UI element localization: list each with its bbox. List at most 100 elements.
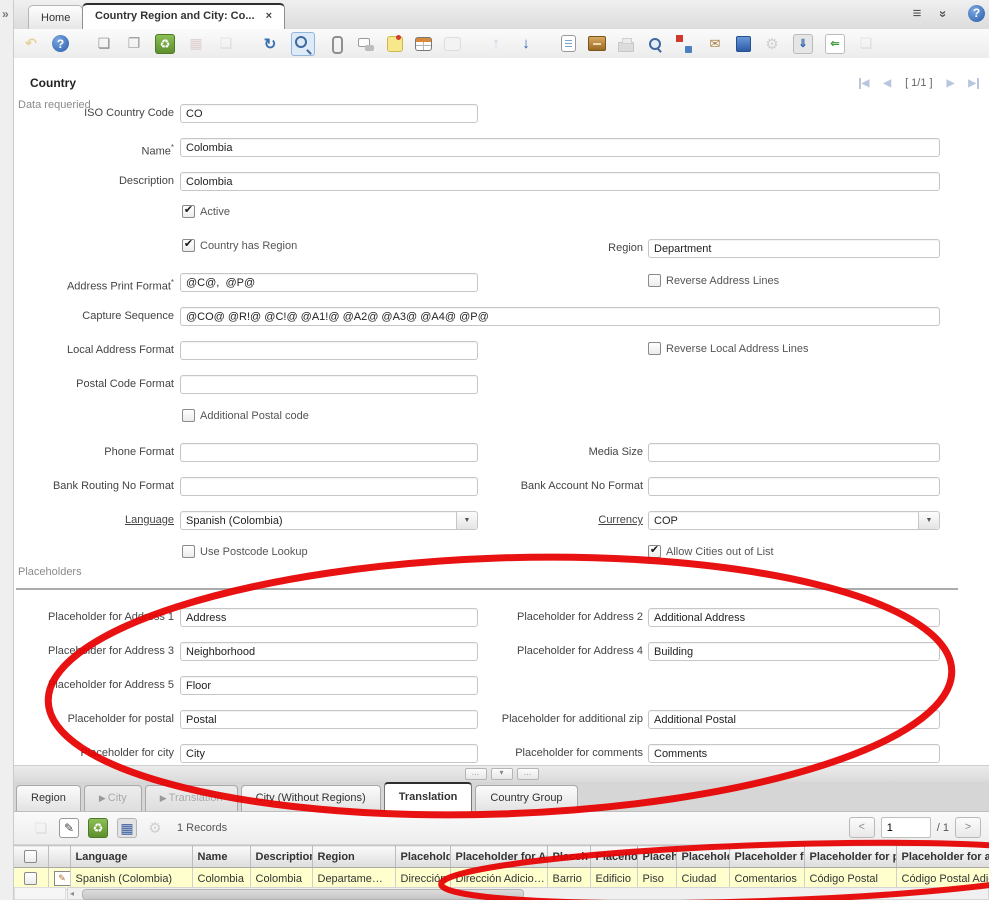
name-field[interactable]: Colombia (180, 138, 940, 157)
col-placeholder-4[interactable]: Placeho (590, 846, 637, 868)
window-menu-icon[interactable]: ≡ (907, 5, 927, 23)
parent-record-icon[interactable]: ↑ (487, 35, 505, 53)
col-placeholder-8[interactable]: Placeholder for p (804, 846, 896, 868)
detail-record-icon[interactable]: ↓ (517, 35, 535, 53)
reverse-local-address-checkbox[interactable] (648, 342, 661, 355)
currency-label[interactable]: Currency (465, 511, 643, 530)
detail-grid-icon[interactable] (444, 37, 461, 51)
chat-icon[interactable] (357, 35, 375, 53)
archive-icon[interactable] (588, 36, 606, 51)
placeholder-city-field[interactable]: City (180, 744, 478, 763)
use-postcode-lookup-checkbox[interactable] (182, 545, 195, 558)
tab-country-group[interactable]: Country Group (475, 785, 577, 811)
row-checkbox[interactable] (24, 872, 37, 885)
placeholder-address4-field[interactable]: Building (648, 642, 940, 661)
active-checkbox[interactable]: ✔ (182, 205, 195, 218)
region-field[interactable]: Department (648, 239, 940, 258)
splitter-collapse-icon[interactable]: ▾ (491, 768, 513, 780)
splitter-expand-icon[interactable]: … (465, 768, 487, 780)
help-circle-icon[interactable]: ? (968, 5, 985, 22)
customize-icon[interactable]: ❏ (857, 35, 875, 53)
new-record-icon[interactable]: ❏ (95, 35, 113, 53)
phone-format-field[interactable] (180, 443, 478, 462)
previous-record-icon[interactable]: ◀ (883, 78, 891, 89)
grid-process-icon[interactable]: ⚙ (146, 819, 164, 837)
grid-delete-icon[interactable]: ♻ (88, 818, 108, 838)
tab-home[interactable]: Home (28, 5, 83, 30)
additional-postal-code-checkbox[interactable] (182, 409, 195, 422)
bank-routing-no-format-field[interactable] (180, 477, 478, 496)
col-placeholder-6[interactable]: Placehold (676, 846, 729, 868)
last-record-icon[interactable]: ▶ (968, 78, 979, 89)
print-icon[interactable] (618, 42, 634, 52)
col-placeholder-7[interactable]: Placeholder f (729, 846, 804, 868)
tab-city[interactable]: ▶City (84, 785, 142, 811)
placeholder-additional-zip-field[interactable]: Additional Postal (648, 710, 940, 729)
horizontal-scrollbar[interactable]: ◂ (67, 887, 989, 900)
address-print-format-field[interactable]: @C@, @P@ (180, 273, 478, 292)
reverse-address-lines-checkbox[interactable] (648, 274, 661, 287)
col-placeholder-3[interactable]: Placeh (547, 846, 590, 868)
grid-edit-icon[interactable]: ✎ (59, 818, 79, 838)
col-placeholder-2[interactable]: Placeholder for Ac (450, 846, 547, 868)
copy-record-icon[interactable]: ❐ (125, 35, 143, 53)
close-icon[interactable]: × (266, 10, 272, 22)
save-create-new-icon[interactable]: ❑ (217, 35, 235, 53)
col-name[interactable]: Name (192, 846, 250, 868)
col-placeholder-1[interactable]: Placehold (395, 846, 450, 868)
delete-record-icon[interactable]: ♻ (155, 34, 175, 54)
postal-code-format-field[interactable] (180, 375, 478, 394)
chevron-down-icon[interactable]: ▼ (918, 512, 939, 529)
row-edit-icon[interactable]: ✎ (54, 871, 71, 886)
workflow-icon[interactable] (676, 35, 694, 53)
page-previous-button[interactable]: < (849, 817, 875, 838)
collapse-all-icon[interactable]: » (934, 4, 952, 24)
placeholder-address3-field[interactable]: Neighborhood (180, 642, 478, 661)
grid-toggle-icon[interactable] (415, 37, 432, 51)
save-icon[interactable]: ▦ (187, 35, 205, 53)
col-placeholder-9[interactable]: Placeholder for ad (896, 846, 989, 868)
first-record-icon[interactable]: ◀ (859, 78, 870, 89)
ignore-changes-icon[interactable]: ↶ (22, 35, 40, 53)
col-placeholder-5[interactable]: Placeh (637, 846, 676, 868)
bank-account-no-format-field[interactable] (648, 477, 940, 496)
description-field[interactable]: Colombia (180, 172, 940, 191)
export-icon[interactable]: ⇓ (793, 34, 813, 54)
language-select[interactable]: Spanish (Colombia) ▼ (180, 511, 478, 530)
tab-city-without-regions[interactable]: City (Without Regions) (241, 785, 381, 811)
file-import-icon[interactable]: ⇐ (825, 34, 845, 54)
note-icon[interactable] (387, 36, 403, 52)
language-label[interactable]: Language (14, 511, 174, 530)
tab-translation-disabled[interactable]: ▶Translation (145, 785, 238, 811)
currency-select[interactable]: COP ▼ (648, 511, 940, 530)
placeholder-address2-field[interactable]: Additional Address (648, 608, 940, 627)
iso-country-code-field[interactable]: CO (180, 104, 478, 123)
help-icon[interactable]: ? (52, 35, 69, 52)
find-icon[interactable] (291, 32, 315, 56)
splitter-expand-icon[interactable]: … (517, 768, 539, 780)
page-next-button[interactable]: > (955, 817, 981, 838)
placeholder-postal-field[interactable]: Postal (180, 710, 478, 729)
grid-save-icon[interactable]: ▦ (117, 818, 137, 838)
country-has-region-checkbox[interactable]: ✔ (182, 239, 195, 252)
grid-new-icon[interactable]: ❏ (32, 819, 50, 837)
col-description[interactable]: Description (250, 846, 312, 868)
capture-sequence-field[interactable]: @CO@ @R!@ @C!@ @A1!@ @A2@ @A3@ @A4@ @P@ (180, 307, 940, 326)
select-all-checkbox[interactable] (24, 850, 37, 863)
scrollbar-thumb[interactable] (82, 889, 524, 900)
product-info-icon[interactable] (736, 36, 751, 52)
process-icon[interactable]: ⚙ (763, 35, 781, 53)
panel-splitter[interactable]: … ▾ … (14, 765, 989, 783)
sidebar-expander-icon[interactable]: » (2, 7, 9, 21)
tab-country-region-and-city[interactable]: Country Region and City: Co... × (82, 3, 285, 30)
scroll-left-icon[interactable]: ◂ (70, 889, 74, 899)
placeholder-address5-field[interactable]: Floor (180, 676, 478, 695)
tab-region[interactable]: Region (16, 785, 81, 811)
col-language[interactable]: Language (70, 846, 192, 868)
report-icon[interactable] (561, 35, 576, 52)
next-record-icon[interactable]: ▶ (947, 78, 955, 89)
requests-icon[interactable]: ✉ (706, 35, 724, 53)
placeholder-comments-field[interactable]: Comments (648, 744, 940, 763)
attachment-icon[interactable] (327, 35, 345, 53)
page-number-input[interactable] (881, 817, 931, 838)
